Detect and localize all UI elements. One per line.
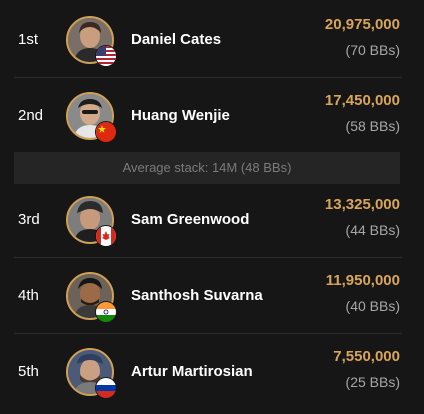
player-name: Sam Greenwood [131,211,250,228]
player-name: Huang Wenjie [131,107,230,124]
chip-count-leaderboard: 1st Daniel Cates 20,975,000 (70 BBs) 2nd… [0,0,424,414]
player-row[interactable]: 3rd Sam Greenwood 13,325,000 (44 BBs) [0,182,424,258]
chip-count: 17,450,000 [324,92,400,109]
player-avatar [66,16,117,67]
chip-count: 20,975,000 [324,16,400,33]
player-rank: 5th [18,363,39,380]
big-blinds: (70 BBs) [345,42,400,58]
player-row[interactable]: 5th Artur Martirosian 7,550,000 (25 BBs) [0,334,424,410]
chip-count: 7,550,000 [333,348,400,365]
player-rank: 2nd [18,107,44,124]
player-name: Artur Martirosian [131,363,253,380]
player-row[interactable]: 2nd Huang Wenjie 17,450,000 (58 BBs) [0,78,424,154]
china-flag-icon [95,121,117,143]
india-flag-icon [95,301,117,323]
player-name: Daniel Cates [131,31,222,48]
canada-flag-icon [95,225,117,247]
big-blinds: (44 BBs) [345,222,400,238]
player-avatar [66,196,117,247]
player-row[interactable]: 4th Santhosh Suvarna 11,950,000 (40 BBs) [0,258,424,334]
player-avatar [66,272,117,323]
player-avatar [66,92,117,143]
player-avatar [66,348,117,399]
big-blinds: (25 BBs) [345,374,400,390]
player-rank: 1st [18,31,39,48]
player-rank: 4th [18,287,39,304]
russia-flag-icon [95,377,117,399]
player-name: Santhosh Suvarna [131,287,263,304]
player-rank: 3rd [18,211,40,228]
big-blinds: (58 BBs) [345,118,400,134]
chip-count: 13,325,000 [324,196,400,213]
player-row[interactable]: 1st Daniel Cates 20,975,000 (70 BBs) [0,2,424,78]
us-flag-icon [95,45,117,67]
chip-count: 11,950,000 [325,272,400,289]
big-blinds: (40 BBs) [345,298,400,314]
average-stack-bar: Average stack: 14M (48 BBs) [14,152,400,184]
